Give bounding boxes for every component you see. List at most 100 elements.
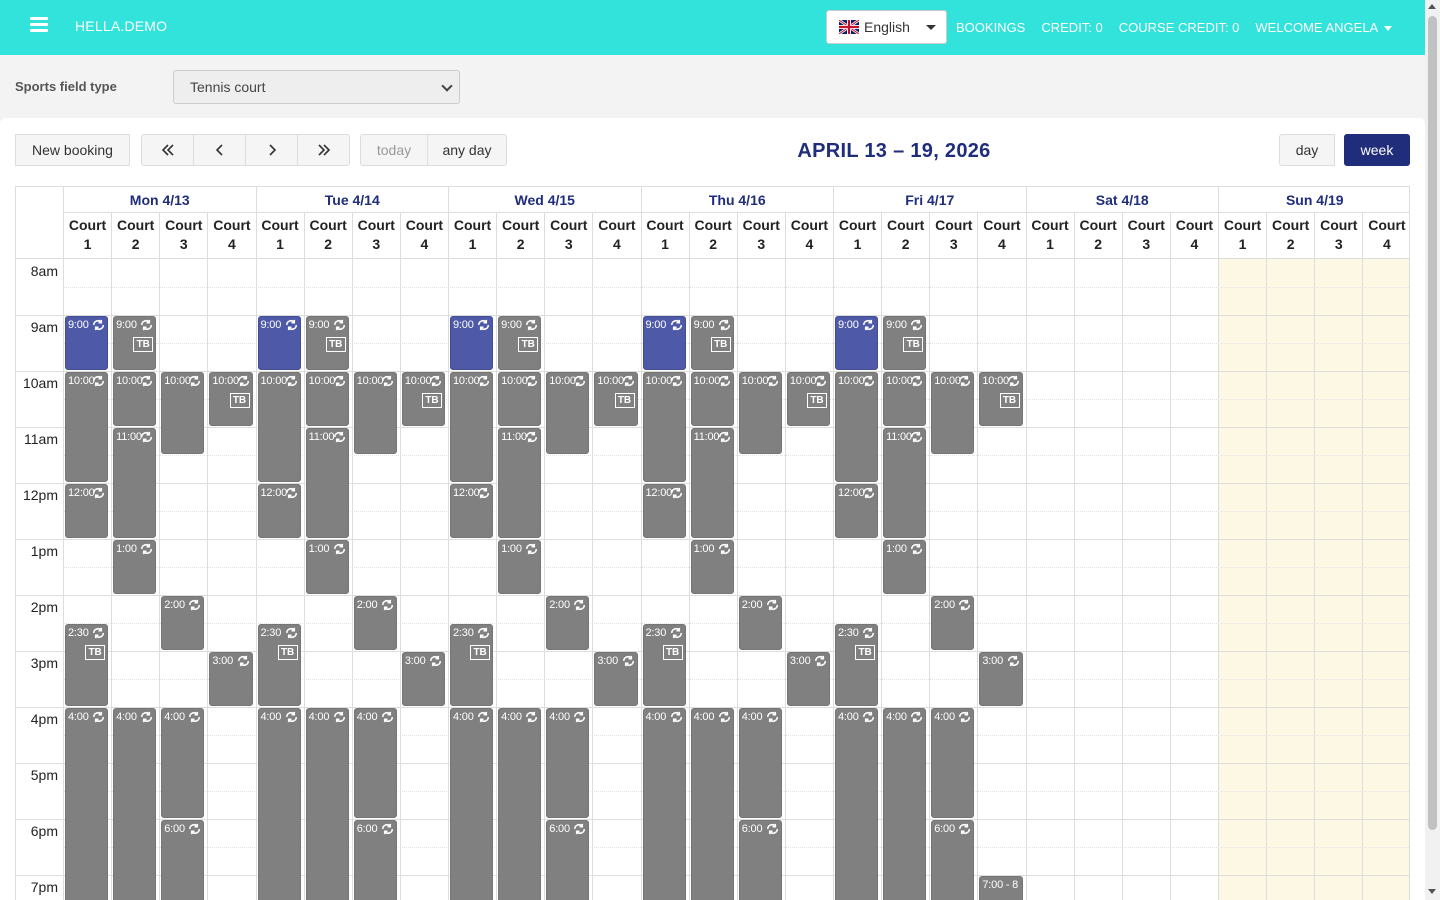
day-header[interactable]: Wed 4/15 <box>448 187 641 213</box>
booking-event[interactable]: 9:00 TB <box>305 316 349 370</box>
day-header[interactable]: Sat 4/18 <box>1025 187 1218 213</box>
booking-event[interactable]: 10:00 <box>690 372 734 426</box>
booking-event[interactable]: 2:30 TB <box>642 624 686 706</box>
booking-event[interactable]: 9:00 TB <box>690 316 734 370</box>
booking-event[interactable]: 2:30 TB <box>257 624 301 706</box>
booking-event[interactable]: 9:00 <box>450 316 494 370</box>
booking-event[interactable]: 10:00 <box>257 372 301 482</box>
day-header[interactable]: Thu 4/16 <box>640 187 833 213</box>
next-week-button[interactable] <box>245 134 298 166</box>
day-view-button[interactable]: day <box>1279 134 1335 166</box>
booking-event[interactable]: 2:30 TB <box>65 624 109 706</box>
booking-event[interactable]: 10:00 TB <box>401 372 445 426</box>
booking-event[interactable]: 12:00 <box>835 484 879 538</box>
booking-event[interactable]: 4:00 <box>738 708 782 818</box>
booking-event[interactable]: 2:30 TB <box>835 624 879 706</box>
booking-event[interactable]: 4:00 <box>690 708 734 900</box>
any-day-button[interactable]: any day <box>427 134 507 166</box>
booking-event[interactable]: 1:00 <box>113 540 157 594</box>
booking-event[interactable]: 9:00 TB <box>883 316 927 370</box>
next-year-button[interactable] <box>297 134 350 166</box>
booking-event[interactable]: 4:00 <box>161 708 205 818</box>
day-header[interactable]: Sun 4/19 <box>1218 187 1409 213</box>
booking-event[interactable]: 1:00 <box>690 540 734 594</box>
booking-event[interactable]: 11:00 <box>113 428 157 538</box>
booking-event[interactable]: 10:00 <box>546 372 590 454</box>
booking-event[interactable]: 9:00 TB <box>498 316 542 370</box>
booking-event[interactable]: 10:00 TB <box>209 372 253 426</box>
booking-event[interactable]: 9:00 <box>835 316 879 370</box>
booking-event[interactable]: 7:00 - 8 <box>979 876 1023 900</box>
booking-event[interactable]: 10:00 TB <box>594 372 638 426</box>
menu-icon[interactable] <box>30 17 48 33</box>
booking-event[interactable]: 10:00 <box>883 372 927 426</box>
week-view-button[interactable]: week <box>1344 134 1410 166</box>
bookings-link[interactable]: BOOKINGS <box>956 20 1025 35</box>
credit-link[interactable]: CREDIT: 0 <box>1041 20 1102 35</box>
booking-event[interactable]: 2:00 <box>931 596 975 650</box>
booking-event[interactable]: 2:00 <box>546 596 590 650</box>
booking-event[interactable]: 1:00 <box>883 540 927 594</box>
booking-event[interactable]: 4:00 <box>353 708 397 818</box>
booking-event[interactable]: 10:00 TB <box>979 372 1023 426</box>
vertical-scrollbar[interactable] <box>1425 0 1440 900</box>
scrollbar-thumb[interactable] <box>1428 16 1437 830</box>
user-menu[interactable]: WELCOME ANGELA <box>1255 20 1393 35</box>
booking-event[interactable]: 2:00 <box>161 596 205 650</box>
day-header[interactable]: Mon 4/13 <box>63 187 256 213</box>
language-select[interactable]: English <box>826 10 947 44</box>
booking-event[interactable]: 2:00 <box>353 596 397 650</box>
booking-event[interactable]: 9:00 <box>65 316 109 370</box>
course-credit-link[interactable]: COURSE CREDIT: 0 <box>1119 20 1240 35</box>
booking-event[interactable]: 3:00 <box>401 652 445 706</box>
booking-event[interactable]: 10:00 <box>353 372 397 454</box>
day-header[interactable]: Fri 4/17 <box>833 187 1026 213</box>
booking-event[interactable]: 4:00 <box>257 708 301 900</box>
booking-event[interactable]: 10:00 <box>65 372 109 482</box>
booking-event[interactable]: 12:00 <box>257 484 301 538</box>
booking-event[interactable]: 9:00 <box>642 316 686 370</box>
booking-event[interactable]: 11:00 <box>305 428 349 538</box>
booking-event[interactable]: 11:00 <box>690 428 734 538</box>
booking-event[interactable]: 4:00 <box>65 708 109 900</box>
booking-event[interactable]: 3:00 <box>209 652 253 706</box>
scroll-up-icon[interactable] <box>1428 4 1436 9</box>
booking-event[interactable]: 9:00 TB <box>113 316 157 370</box>
booking-event[interactable]: 6:00 <box>738 820 782 900</box>
booking-event[interactable]: 4:00 <box>931 708 975 818</box>
booking-event[interactable]: 10:00 <box>642 372 686 482</box>
booking-event[interactable]: 11:00 <box>883 428 927 538</box>
booking-event[interactable]: 6:00 <box>353 820 397 900</box>
booking-event[interactable]: 10:00 <box>161 372 205 454</box>
booking-event[interactable]: 6:00 <box>161 820 205 900</box>
booking-event[interactable]: 9:00 <box>257 316 301 370</box>
booking-event[interactable]: 10:00 <box>305 372 349 426</box>
booking-event[interactable]: 3:00 <box>979 652 1023 706</box>
booking-event[interactable]: 4:00 <box>305 708 349 900</box>
day-header[interactable]: Tue 4/14 <box>255 187 448 213</box>
booking-event[interactable]: 1:00 <box>305 540 349 594</box>
booking-event[interactable]: 10:00 <box>113 372 157 426</box>
brand-name[interactable]: HELLA.DEMO <box>75 18 167 34</box>
booking-event[interactable]: 12:00 <box>65 484 109 538</box>
prev-year-button[interactable] <box>141 134 194 166</box>
booking-event[interactable]: 10:00 TB <box>786 372 830 426</box>
booking-event[interactable]: 10:00 <box>498 372 542 426</box>
booking-event[interactable]: 10:00 <box>738 372 782 454</box>
prev-week-button[interactable] <box>193 134 246 166</box>
scroll-down-icon[interactable] <box>1428 889 1436 894</box>
today-button[interactable]: today <box>360 134 428 166</box>
booking-event[interactable]: 4:00 <box>642 708 686 900</box>
booking-event[interactable]: 11:00 <box>498 428 542 538</box>
booking-event[interactable]: 2:00 <box>738 596 782 650</box>
booking-event[interactable]: 4:00 <box>450 708 494 900</box>
booking-event[interactable]: 12:00 <box>642 484 686 538</box>
booking-event[interactable]: 12:00 <box>450 484 494 538</box>
booking-event[interactable]: 4:00 <box>498 708 542 900</box>
booking-event[interactable]: 1:00 <box>498 540 542 594</box>
booking-event[interactable]: 4:00 <box>546 708 590 818</box>
booking-event[interactable]: 6:00 <box>931 820 975 900</box>
booking-event[interactable]: 6:00 <box>546 820 590 900</box>
booking-event[interactable]: 3:00 <box>594 652 638 706</box>
new-booking-button[interactable]: New booking <box>15 134 130 166</box>
